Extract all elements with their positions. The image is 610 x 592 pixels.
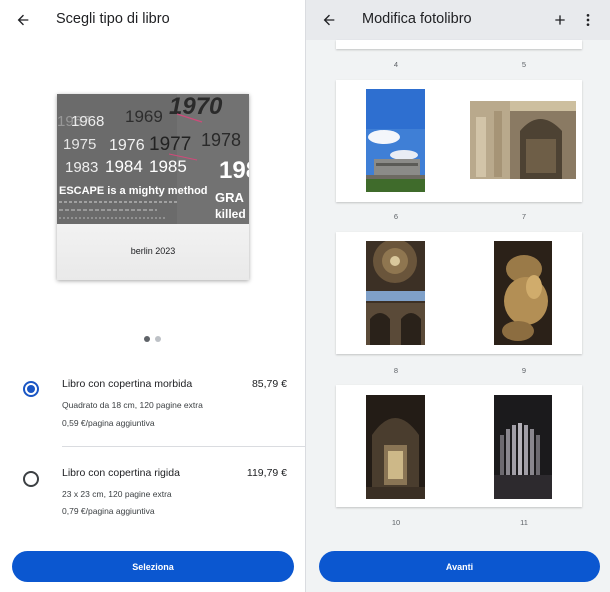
photo-organ-pipes[interactable]	[494, 395, 552, 499]
photo-church-interior[interactable]	[470, 101, 576, 179]
carousel-dot-1[interactable]	[144, 336, 150, 342]
cover-year: 1967	[57, 113, 90, 130]
book-preview[interactable]: 1970 1969 1968 1967 1976 1977 1978 1975 …	[57, 94, 249, 280]
page-number: 5	[521, 60, 527, 69]
page-title: Scegli tipo di libro	[56, 11, 170, 27]
radio-hard-cover[interactable]	[23, 471, 39, 487]
page-spread[interactable]	[336, 80, 582, 202]
option-details: 23 x 23 cm, 120 pagine extra	[62, 489, 172, 499]
option-per-page-price: 0,79 €/pagina aggiuntiva	[62, 506, 155, 516]
option-hard-cover[interactable]: Libro con copertina rigida 119,79 € 23 x…	[0, 457, 305, 537]
left-header: Scegli tipo di libro	[0, 0, 305, 40]
radio-soft-cover[interactable]	[23, 381, 39, 397]
cover-year: 1969	[125, 107, 163, 126]
carousel-indicator	[144, 336, 161, 342]
option-price: 119,79 €	[246, 467, 287, 479]
cover-year: 1978	[201, 130, 241, 150]
cover-year: 1975	[63, 136, 96, 153]
option-soft-cover[interactable]: Libro con copertina morbida 85,79 € Quad…	[0, 368, 305, 448]
page-number: 6	[393, 212, 399, 221]
option-details: Quadrato da 18 cm, 120 pagine extra	[62, 400, 203, 410]
cover-year: 1985	[149, 157, 187, 176]
page-number: 10	[391, 518, 401, 527]
cover-year: 1970	[169, 94, 223, 120]
option-price: 85,79 €	[251, 378, 287, 390]
photo-golden-sculpture[interactable]	[494, 241, 552, 345]
photo-altar-interior[interactable]	[366, 395, 425, 499]
cover-fragment: killed	[215, 207, 246, 221]
back-arrow-icon[interactable]	[11, 8, 35, 32]
option-name: Libro con copertina morbida	[62, 378, 193, 390]
photo-dome-interior[interactable]	[366, 241, 425, 345]
page-spread[interactable]	[336, 232, 582, 354]
cover-year: 1976	[109, 137, 145, 154]
cover-phrase: ESCAPE is a mighty method	[59, 185, 208, 197]
edit-photobook-panel: Modifica fotolibro 4 5 6 7 8 9 10 11 Ava…	[306, 0, 610, 592]
page-number: 8	[393, 366, 399, 375]
book-type-panel: Scegli tipo di libro 1970 1969 1968 1967…	[0, 0, 305, 592]
page-spread[interactable]	[336, 40, 582, 49]
book-title: berlin 2023	[130, 246, 176, 256]
plus-icon[interactable]	[548, 8, 572, 32]
page-title: Modifica fotolibro	[362, 11, 472, 27]
carousel-dot-2[interactable]	[155, 336, 161, 342]
next-button[interactable]: Avanti	[319, 551, 600, 582]
page-spread[interactable]	[336, 385, 582, 507]
option-per-page-price: 0,59 €/pagina aggiuntiva	[62, 418, 155, 428]
photo-berlin-museum[interactable]	[366, 89, 425, 192]
back-arrow-icon[interactable]	[317, 8, 341, 32]
page-number: 11	[520, 518, 528, 527]
book-title-area: berlin 2023	[57, 224, 249, 280]
cover-year: 198	[219, 157, 249, 184]
cover-year: 1984	[105, 157, 143, 176]
option-name: Libro con copertina rigida	[62, 467, 180, 479]
more-vert-icon[interactable]	[576, 8, 600, 32]
cover-year: 1983	[65, 159, 98, 176]
option-divider	[62, 446, 305, 447]
select-button[interactable]: Seleziona	[12, 551, 294, 582]
cover-fragment: GRA	[215, 190, 245, 205]
page-number: 9	[521, 366, 527, 375]
page-number: 4	[393, 60, 399, 69]
cover-year: 1977	[149, 134, 191, 155]
page-number: 7	[521, 212, 527, 221]
book-cover-photo: 1970 1969 1968 1967 1976 1977 1978 1975 …	[57, 94, 249, 224]
right-header: Modifica fotolibro	[306, 0, 610, 40]
